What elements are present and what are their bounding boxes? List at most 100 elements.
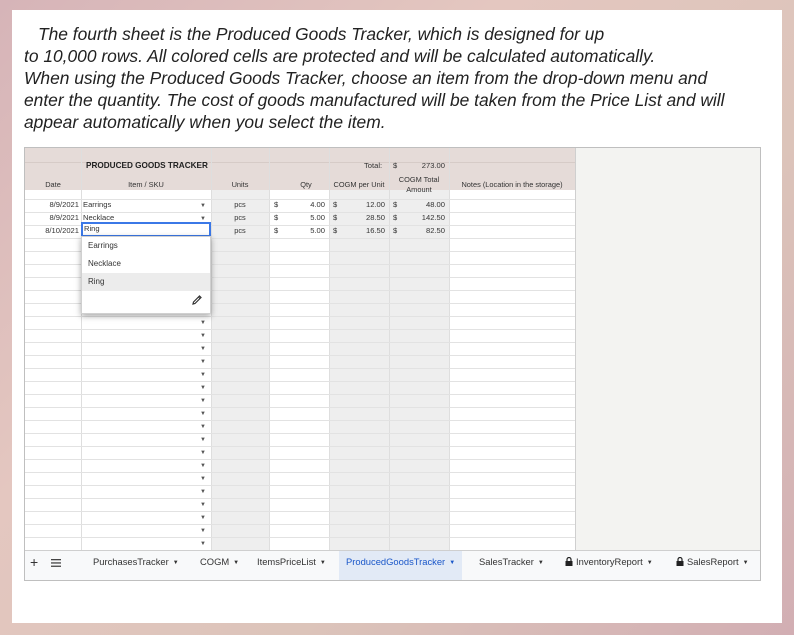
- row2-cogm-unit-currency: $: [333, 213, 338, 222]
- item-dropdown-menu[interactable]: Earrings Necklace Ring: [81, 236, 211, 314]
- tab-produced-goods-tracker[interactable]: ProducedGoodsTracker ▼: [339, 551, 463, 580]
- intro-line-3: When using the Produced Goods Tracker, c…: [24, 68, 708, 88]
- caret-down-icon[interactable]: ▼: [200, 462, 206, 470]
- row-line: [25, 472, 575, 473]
- dropdown-option-necklace[interactable]: Necklace: [82, 255, 210, 273]
- caret-down-icon: ▼: [646, 560, 653, 566]
- row-line: [25, 420, 575, 421]
- row1-date[interactable]: 8/9/2021: [25, 200, 79, 210]
- header-date: Date: [45, 180, 61, 189]
- row-line: [25, 524, 575, 525]
- caret-down-icon[interactable]: ▼: [200, 202, 206, 210]
- tab-label: InventoryReport: [576, 556, 643, 567]
- dropdown-option-ring[interactable]: Ring: [82, 273, 210, 291]
- intro-line-4: enter the quantity. The cost of goods ma…: [24, 90, 725, 110]
- dropdown-option-label: Earrings: [88, 241, 118, 250]
- row2-cogm-total-currency: $: [393, 213, 398, 222]
- empty-sheet-area: [575, 148, 760, 550]
- caret-down-icon[interactable]: ▼: [200, 423, 206, 431]
- row3-qty-currency: $: [274, 226, 279, 235]
- tab-label: SalesReport: [687, 556, 739, 567]
- sheet-grid[interactable]: PRODUCED GOODS TRACKER Total: $ 273.00 D…: [25, 148, 760, 550]
- row2-qty-currency: $: [274, 213, 279, 222]
- caret-down-icon[interactable]: ▼: [200, 449, 206, 457]
- row3-cogm-unit: 16.50: [365, 226, 385, 235]
- tab-cogm[interactable]: COGM ▼: [192, 551, 247, 580]
- total-value: 273.00: [421, 161, 445, 170]
- caret-down-icon[interactable]: ▼: [200, 358, 206, 366]
- spreadsheet-window: PRODUCED GOODS TRACKER Total: $ 273.00 D…: [24, 147, 761, 581]
- caret-down-icon: ▼: [742, 560, 749, 566]
- row-line: [25, 537, 575, 538]
- tab-label: ProducedGoodsTracker: [346, 556, 446, 567]
- row3-cogm-unit-currency: $: [333, 226, 338, 235]
- row2-qty[interactable]: 5.00: [285, 213, 325, 223]
- intro-text: The fourth sheet is the Produced Goods T…: [24, 23, 776, 133]
- row1-cogm-unit: 12.00: [365, 200, 385, 209]
- caret-down-icon[interactable]: ▼: [200, 501, 206, 509]
- pencil-icon[interactable]: [191, 294, 203, 306]
- caret-down-icon: ▼: [172, 560, 179, 566]
- row-line: [25, 329, 575, 330]
- row1-qty[interactable]: 4.00: [285, 200, 325, 210]
- row1-qty-currency: $: [274, 200, 279, 209]
- intro-line-5: appear automatically when you select the…: [24, 112, 386, 132]
- row1-item[interactable]: Earrings: [83, 200, 111, 210]
- plus-icon[interactable]: +: [30, 551, 38, 580]
- caret-down-icon[interactable]: ▼: [200, 475, 206, 483]
- tab-purchases-tracker[interactable]: PurchasesTracker ▼: [85, 551, 187, 580]
- column-line: [389, 148, 390, 550]
- caret-down-icon[interactable]: ▼: [200, 540, 206, 548]
- caret-down-icon[interactable]: ▼: [200, 514, 206, 522]
- row-line: [25, 433, 575, 434]
- header-cogm-unit: COGM per Unit: [333, 180, 385, 189]
- row2-cogm-unit: 28.50: [365, 213, 385, 222]
- column-line: [329, 148, 330, 550]
- caret-down-icon[interactable]: ▼: [200, 332, 206, 340]
- caret-down-icon[interactable]: ▼: [200, 436, 206, 444]
- row2-cogm-total: 142.50: [421, 213, 445, 222]
- caret-down-icon[interactable]: ▼: [200, 319, 206, 327]
- caret-down-icon[interactable]: ▼: [200, 488, 206, 496]
- header-notes: Notes (Location in the storage): [461, 180, 563, 189]
- header-cogm-total-2: Amount: [406, 185, 432, 194]
- total-label: Total:: [364, 161, 383, 170]
- row3-date[interactable]: 8/10/2021: [25, 226, 79, 236]
- row-line: [25, 199, 575, 200]
- row-line: [25, 459, 575, 460]
- row-line: [25, 446, 575, 447]
- dropdown-option-label: Ring: [88, 277, 105, 286]
- row3-qty[interactable]: 5.00: [285, 226, 325, 236]
- active-cell-value[interactable]: Ring: [84, 224, 100, 234]
- tab-sales-tracker[interactable]: SalesTracker ▼: [471, 551, 552, 580]
- caret-down-icon[interactable]: ▼: [200, 371, 206, 379]
- tab-sales-report[interactable]: SalesReport ▼: [668, 551, 757, 580]
- tab-label: COGM: [200, 556, 230, 567]
- tab-label: ItemsPriceList: [257, 556, 316, 567]
- total-currency: $: [393, 161, 398, 170]
- row2-date[interactable]: 8/9/2021: [25, 213, 79, 223]
- tab-items-price-list[interactable]: ItemsPriceList ▼: [249, 551, 334, 580]
- sheet-title: PRODUCED GOODS TRACKER: [86, 161, 208, 170]
- row-line: [25, 511, 575, 512]
- row1-cogm-total: 48.00: [425, 200, 445, 209]
- intro-line-2: to 10,000 rows. All colored cells are pr…: [24, 46, 656, 66]
- caret-down-icon[interactable]: ▼: [200, 527, 206, 535]
- caret-down-icon: ▼: [319, 560, 326, 566]
- caret-down-icon: ▼: [537, 560, 544, 566]
- caret-down-icon: ▼: [449, 560, 456, 566]
- row1-cogm-total-currency: $: [393, 200, 398, 209]
- dropdown-option-label: Necklace: [88, 259, 121, 268]
- caret-down-icon[interactable]: ▼: [200, 410, 206, 418]
- tab-inventory-report[interactable]: InventoryReport ▼: [557, 551, 661, 580]
- row-line: [25, 381, 575, 382]
- active-cell-item[interactable]: Ring: [81, 222, 211, 237]
- dropdown-option-earrings[interactable]: Earrings: [82, 237, 210, 255]
- row3-units: pcs: [234, 226, 246, 235]
- caret-down-icon[interactable]: ▼: [200, 384, 206, 392]
- row2-units: pcs: [234, 213, 246, 222]
- menu-icon[interactable]: [51, 559, 61, 567]
- caret-down-icon[interactable]: ▼: [200, 397, 206, 405]
- caret-down-icon[interactable]: ▼: [200, 345, 206, 353]
- lock-icon: [676, 557, 684, 566]
